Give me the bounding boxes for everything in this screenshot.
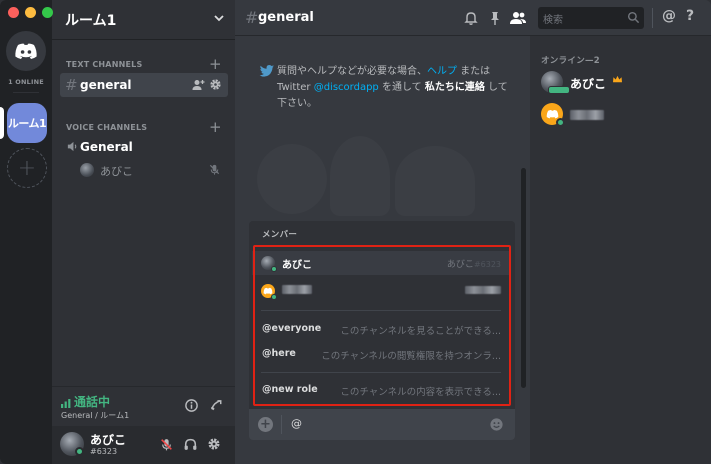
composer-divider: [281, 415, 282, 434]
members-icon[interactable]: [509, 10, 527, 26]
avatar: [80, 163, 94, 177]
welcome-help-text: 質問やヘルプなどが必要な場合、ヘルプ または Twitter @discorda…: [277, 64, 515, 112]
welcome-text: 質問やヘルプなどが必要な場合、: [277, 66, 427, 77]
window-controls: [8, 7, 53, 18]
member-list-header: オンライン—2: [541, 56, 601, 66]
online-count: 1 ONLINE: [8, 78, 44, 86]
server-rail: 1 ONLINE ルーム1 +: [0, 0, 52, 464]
bell-icon[interactable]: [463, 10, 479, 26]
selected-server-indicator: [0, 107, 4, 139]
voice-channel-name: General: [80, 140, 133, 154]
voice-user-name: あびこ: [100, 165, 133, 178]
emoji-icon[interactable]: [489, 417, 504, 432]
invite-icon[interactable]: [191, 78, 205, 92]
twitter-link[interactable]: @discordapp: [314, 82, 379, 93]
hash-icon: #: [65, 76, 78, 94]
category-label: TEXT CHANNELS: [66, 60, 143, 69]
voice-user[interactable]: あびこ: [78, 162, 228, 180]
discord-logo-icon: [546, 109, 559, 119]
help-link[interactable]: ヘルプ: [427, 66, 457, 77]
text-channels-category[interactable]: TEXT CHANNELS +: [52, 55, 235, 73]
voice-state-label: 通話中: [74, 395, 111, 409]
discord-window: 1 ONLINE ルーム1 + ルーム1 TEXT CHANNELS + # g…: [0, 0, 711, 464]
muted-mic-icon[interactable]: [159, 437, 174, 452]
server-icon-room1[interactable]: ルーム1: [7, 103, 47, 143]
channel-header: # general 検索 @ ?: [235, 0, 711, 36]
redacted-name: [570, 109, 604, 120]
create-text-channel-button[interactable]: +: [209, 55, 222, 73]
background-illustration: [330, 136, 390, 216]
member-list-item[interactable]: [540, 102, 705, 128]
streaming-badge: [548, 86, 570, 94]
message-input[interactable]: @: [291, 417, 302, 430]
search-input[interactable]: 検索: [538, 7, 644, 29]
search-icon: [627, 11, 640, 24]
gear-icon[interactable]: [207, 437, 221, 451]
home-button[interactable]: [6, 31, 46, 71]
zoom-window-button[interactable]: [42, 7, 53, 18]
chevron-down-icon: [214, 15, 224, 22]
user-panel: あびこ #6323: [52, 426, 235, 464]
signal-icon: [61, 398, 71, 408]
rail-divider: [13, 92, 39, 93]
channel-name: general: [80, 78, 132, 92]
guild-header[interactable]: ルーム1: [52, 0, 235, 40]
voice-channel-general[interactable]: General: [60, 135, 228, 159]
hash-icon: #: [245, 8, 259, 27]
category-label: VOICE CHANNELS: [66, 123, 148, 132]
close-window-button[interactable]: [8, 7, 19, 18]
guild-name: ルーム1: [65, 13, 117, 29]
background-illustration: [395, 146, 475, 216]
mentions-button[interactable]: @: [662, 8, 676, 24]
channel-title: general: [258, 10, 314, 25]
annotation-highlight-box: [253, 245, 511, 406]
online-status-dot: [75, 447, 84, 456]
channel-sidebar: ルーム1 TEXT CHANNELS + # general VOICE CHA…: [52, 0, 235, 464]
contact-text: 私たちに連絡: [424, 82, 485, 93]
add-server-button[interactable]: +: [7, 148, 47, 188]
headphones-icon[interactable]: [183, 437, 198, 452]
chat-scrollbar[interactable]: [521, 168, 526, 388]
speaker-icon: [67, 141, 77, 152]
online-status-dot: [556, 118, 565, 127]
info-icon[interactable]: [184, 398, 199, 413]
member-name: あびこ: [570, 77, 607, 91]
user-tag: #6323: [90, 447, 118, 456]
twitter-icon: [259, 65, 274, 77]
channel-general[interactable]: # general: [60, 73, 228, 97]
member-list: オンライン—2 あびこ: [530, 36, 711, 464]
search-placeholder: 検索: [543, 15, 563, 26]
muted-mic-icon: [209, 164, 220, 175]
crown-icon: [613, 75, 622, 83]
voice-connection-panel: 通話中 General / ルーム1: [52, 386, 235, 426]
toolbar-divider: [652, 8, 653, 28]
pin-icon[interactable]: [488, 10, 502, 26]
member-list-item[interactable]: あびこ: [540, 70, 705, 96]
message-composer[interactable]: + @: [249, 409, 515, 440]
attach-button[interactable]: +: [258, 417, 273, 432]
welcome-message: 質問やヘルプなどが必要な場合、ヘルプ または Twitter @discorda…: [235, 36, 515, 216]
welcome-text: を通して: [378, 82, 425, 93]
username: あびこ: [90, 433, 127, 447]
background-illustration: [257, 144, 327, 214]
voice-state: 通話中: [61, 393, 110, 410]
voice-channels-category[interactable]: VOICE CHANNELS +: [52, 118, 235, 136]
gear-icon[interactable]: [209, 78, 222, 91]
disconnect-icon[interactable]: [209, 398, 224, 413]
member-name: [570, 107, 604, 121]
autocomplete-header: メンバー: [262, 230, 298, 240]
minimize-window-button[interactable]: [25, 7, 36, 18]
create-voice-channel-button[interactable]: +: [209, 118, 222, 136]
discord-logo-icon: [15, 43, 37, 59]
voice-location[interactable]: General / ルーム1: [61, 410, 129, 421]
help-button[interactable]: ?: [686, 8, 694, 24]
